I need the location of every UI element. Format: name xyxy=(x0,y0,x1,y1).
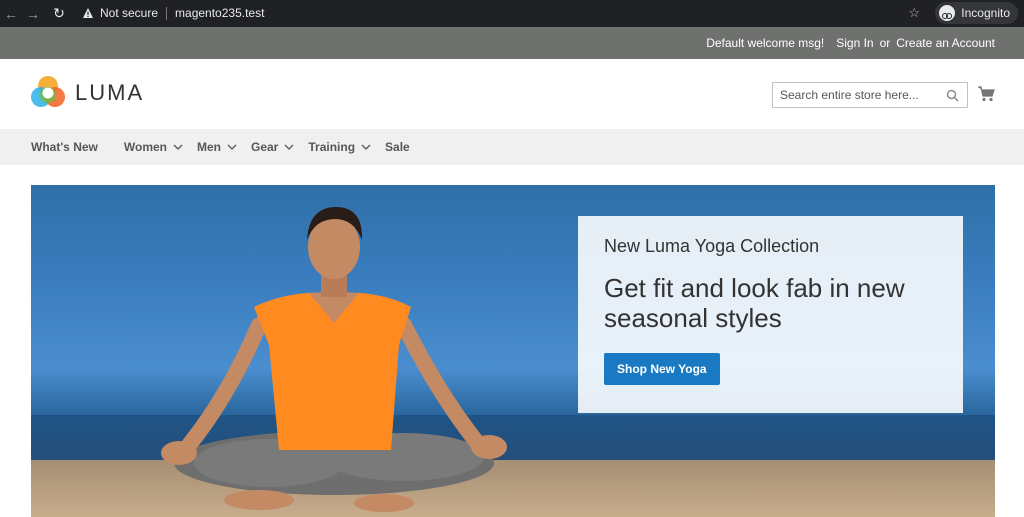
nav-item-label: Sale xyxy=(385,140,410,154)
chevron-down-icon xyxy=(227,144,237,150)
promo-title: Get fit and look fab in new seasonal sty… xyxy=(604,273,905,333)
reload-icon[interactable]: ↻ xyxy=(48,0,70,27)
search-input[interactable] xyxy=(780,88,940,102)
search-box xyxy=(772,82,968,108)
nav-item-label: What's New xyxy=(31,140,98,154)
promo-subtitle: New Luma Yoga Collection xyxy=(604,236,820,256)
nav-item-label: Gear xyxy=(251,140,279,154)
or-text: or xyxy=(879,36,891,50)
url-text[interactable]: magento235.test xyxy=(175,6,264,20)
url-divider xyxy=(166,6,168,20)
nav-item-men[interactable]: Men xyxy=(197,140,237,154)
luma-logo[interactable]: LUMA xyxy=(30,75,144,111)
nav-item-whats-new[interactable]: What's New xyxy=(31,140,98,154)
nav-item-label: Training xyxy=(308,140,356,154)
nav-item-label: Men xyxy=(197,140,221,154)
nav-item-label: Women xyxy=(123,140,167,154)
back-icon[interactable]: ← xyxy=(0,0,22,27)
incognito-badge[interactable]: Incognito xyxy=(935,2,1018,24)
nav-item-gear[interactable]: Gear xyxy=(251,140,294,154)
welcome-message: Default welcome msg! xyxy=(706,36,825,50)
warning-icon xyxy=(82,7,94,19)
nav-item-training[interactable]: Training xyxy=(308,140,371,154)
nav-item-sale[interactable]: Sale xyxy=(385,140,410,154)
bookmark-star-icon[interactable]: ☆ xyxy=(908,5,920,21)
cart-icon[interactable] xyxy=(977,85,995,103)
nav-item-women[interactable]: Women xyxy=(124,140,183,154)
chevron-down-icon xyxy=(173,144,183,150)
logo-text: LUMA xyxy=(75,80,145,105)
luma-logo-icon xyxy=(31,76,65,107)
site-header: LUMA xyxy=(0,59,1024,129)
hero-banner[interactable]: New Luma Yoga Collection Get fit and loo… xyxy=(31,185,995,517)
yoga-woman-image xyxy=(161,207,507,512)
promo-box: New Luma Yoga Collection Get fit and loo… xyxy=(578,216,963,413)
browser-toolbar: ← → ↻ Not secure magento235.test ☆ Incog… xyxy=(0,0,1024,27)
address-bar[interactable]: Not secure magento235.test xyxy=(72,2,984,24)
create-account-link[interactable]: Create an Account xyxy=(896,36,995,50)
search-icon[interactable] xyxy=(946,89,959,102)
incognito-icon xyxy=(939,5,956,21)
chevron-down-icon xyxy=(361,144,371,150)
main-navigation: What's New Women Men Gear Training Sale xyxy=(0,129,1024,165)
forward-icon[interactable]: → xyxy=(22,0,44,27)
shop-new-yoga-button[interactable]: Shop New Yoga xyxy=(604,353,720,385)
sign-in-link[interactable]: Sign In xyxy=(836,36,873,50)
header-panel: Default welcome msg! Sign In or Create a… xyxy=(0,27,1024,59)
chevron-down-icon xyxy=(284,144,294,150)
security-label[interactable]: Not secure xyxy=(100,6,158,20)
incognito-label: Incognito xyxy=(961,6,1010,20)
